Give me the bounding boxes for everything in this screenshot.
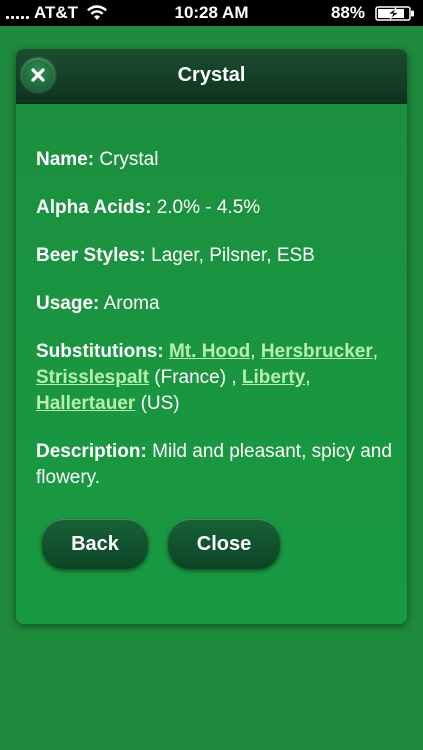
name-label: Name:	[36, 149, 95, 170]
substitutions-field: Substitutions: Mt. Hood, Hersbrucker, St…	[36, 341, 379, 414]
usage-label: Usage:	[36, 293, 100, 314]
beer-styles-label: Beer Styles:	[36, 245, 146, 266]
description-label: Description:	[36, 441, 147, 462]
battery-charging-icon	[375, 6, 414, 21]
link-mt-hood[interactable]: Mt. Hood	[169, 341, 250, 362]
usage-field: Usage: Aroma	[36, 291, 392, 317]
link-liberty[interactable]: Liberty	[242, 367, 305, 388]
back-button[interactable]: Back	[42, 519, 148, 569]
link-hersbrucker[interactable]: Hersbrucker	[261, 341, 373, 362]
alpha-acids-value: 2.0% - 4.5%	[156, 197, 261, 218]
substitutions-label: Substitutions:	[36, 341, 164, 362]
hop-detail-dialog: Crystal Name: Crystal Alpha Acids: 2.0% …	[16, 49, 407, 624]
beer-styles-value: Lager, Pilsner, ESB	[151, 245, 315, 266]
description-field: Description: Mild and pleasant, spicy an…	[36, 439, 392, 491]
battery-percent: 88%	[330, 3, 365, 22]
name-field: Name: Crystal	[36, 147, 392, 173]
alpha-acids-label: Alpha Acids:	[36, 197, 152, 218]
dialog-header: Crystal	[16, 49, 407, 104]
link-strisslespalt[interactable]: Strisslespalt	[36, 367, 149, 388]
us-note: (US)	[140, 393, 180, 414]
beer-styles-field: Beer Styles: Lager, Pilsner, ESB	[36, 243, 392, 269]
usage-value: Aroma	[103, 293, 160, 314]
name-value: Crystal	[99, 149, 159, 170]
link-hallertauer[interactable]: Hallertauer	[36, 393, 135, 414]
france-note: (France)	[154, 367, 227, 388]
close-button[interactable]: Close	[168, 519, 280, 569]
alpha-acids-field: Alpha Acids: 2.0% - 4.5%	[36, 195, 392, 221]
hop-details: Name: Crystal Alpha Acids: 2.0% - 4.5% B…	[36, 147, 392, 513]
dialog-title: Crystal	[177, 64, 246, 86]
status-bar: AT&T 10:28 AM 88%	[0, 0, 423, 26]
